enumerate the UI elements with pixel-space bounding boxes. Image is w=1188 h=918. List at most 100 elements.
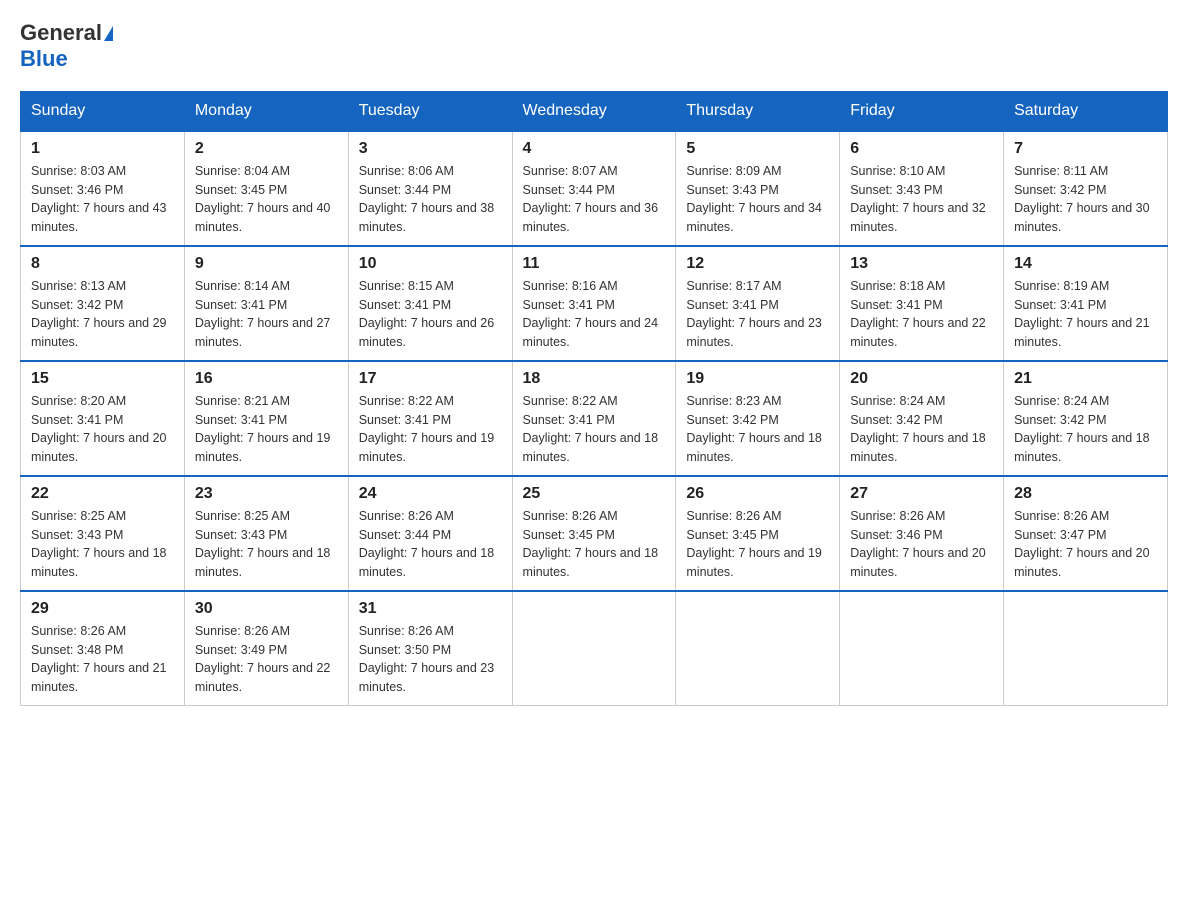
day-number: 23 [195,485,338,503]
calendar-cell: 12 Sunrise: 8:17 AM Sunset: 3:41 PM Dayl… [676,246,840,361]
day-info: Sunrise: 8:24 AM Sunset: 3:42 PM Dayligh… [1014,392,1157,467]
calendar-cell: 10 Sunrise: 8:15 AM Sunset: 3:41 PM Dayl… [348,246,512,361]
day-number: 5 [686,140,829,158]
calendar-cell: 14 Sunrise: 8:19 AM Sunset: 3:41 PM Dayl… [1004,246,1168,361]
day-info: Sunrise: 8:09 AM Sunset: 3:43 PM Dayligh… [686,162,829,237]
day-info: Sunrise: 8:16 AM Sunset: 3:41 PM Dayligh… [523,277,666,352]
day-info: Sunrise: 8:06 AM Sunset: 3:44 PM Dayligh… [359,162,502,237]
day-info: Sunrise: 8:26 AM Sunset: 3:46 PM Dayligh… [850,507,993,582]
calendar-cell: 18 Sunrise: 8:22 AM Sunset: 3:41 PM Dayl… [512,361,676,476]
day-info: Sunrise: 8:13 AM Sunset: 3:42 PM Dayligh… [31,277,174,352]
day-info: Sunrise: 8:14 AM Sunset: 3:41 PM Dayligh… [195,277,338,352]
calendar-cell: 5 Sunrise: 8:09 AM Sunset: 3:43 PM Dayli… [676,131,840,246]
day-number: 20 [850,370,993,388]
day-info: Sunrise: 8:21 AM Sunset: 3:41 PM Dayligh… [195,392,338,467]
weekday-header-monday: Monday [184,91,348,131]
day-info: Sunrise: 8:17 AM Sunset: 3:41 PM Dayligh… [686,277,829,352]
day-number: 17 [359,370,502,388]
day-number: 11 [523,255,666,273]
day-info: Sunrise: 8:26 AM Sunset: 3:49 PM Dayligh… [195,622,338,697]
calendar-cell [1004,591,1168,706]
calendar-cell: 9 Sunrise: 8:14 AM Sunset: 3:41 PM Dayli… [184,246,348,361]
calendar-cell: 11 Sunrise: 8:16 AM Sunset: 3:41 PM Dayl… [512,246,676,361]
day-info: Sunrise: 8:15 AM Sunset: 3:41 PM Dayligh… [359,277,502,352]
day-number: 10 [359,255,502,273]
day-info: Sunrise: 8:11 AM Sunset: 3:42 PM Dayligh… [1014,162,1157,237]
day-number: 24 [359,485,502,503]
calendar-cell: 7 Sunrise: 8:11 AM Sunset: 3:42 PM Dayli… [1004,131,1168,246]
logo: General Blue [20,20,113,73]
calendar-cell: 26 Sunrise: 8:26 AM Sunset: 3:45 PM Dayl… [676,476,840,591]
logo-text-general: General [20,20,102,46]
day-number: 30 [195,600,338,618]
calendar-week-row: 1 Sunrise: 8:03 AM Sunset: 3:46 PM Dayli… [21,131,1168,246]
calendar-cell [512,591,676,706]
calendar-cell: 17 Sunrise: 8:22 AM Sunset: 3:41 PM Dayl… [348,361,512,476]
calendar-cell: 13 Sunrise: 8:18 AM Sunset: 3:41 PM Dayl… [840,246,1004,361]
day-number: 19 [686,370,829,388]
day-number: 16 [195,370,338,388]
calendar-header: SundayMondayTuesdayWednesdayThursdayFrid… [21,91,1168,131]
weekday-header-friday: Friday [840,91,1004,131]
calendar-week-row: 29 Sunrise: 8:26 AM Sunset: 3:48 PM Dayl… [21,591,1168,706]
calendar-cell: 15 Sunrise: 8:20 AM Sunset: 3:41 PM Dayl… [21,361,185,476]
day-info: Sunrise: 8:26 AM Sunset: 3:45 PM Dayligh… [686,507,829,582]
weekday-header-tuesday: Tuesday [348,91,512,131]
day-info: Sunrise: 8:25 AM Sunset: 3:43 PM Dayligh… [31,507,174,582]
calendar-cell: 16 Sunrise: 8:21 AM Sunset: 3:41 PM Dayl… [184,361,348,476]
day-number: 6 [850,140,993,158]
calendar-cell: 23 Sunrise: 8:25 AM Sunset: 3:43 PM Dayl… [184,476,348,591]
calendar-body: 1 Sunrise: 8:03 AM Sunset: 3:46 PM Dayli… [21,131,1168,706]
day-info: Sunrise: 8:04 AM Sunset: 3:45 PM Dayligh… [195,162,338,237]
day-info: Sunrise: 8:22 AM Sunset: 3:41 PM Dayligh… [523,392,666,467]
day-number: 8 [31,255,174,273]
logo-text-blue: Blue [20,46,68,72]
day-info: Sunrise: 8:03 AM Sunset: 3:46 PM Dayligh… [31,162,174,237]
day-number: 31 [359,600,502,618]
day-number: 14 [1014,255,1157,273]
calendar-table: SundayMondayTuesdayWednesdayThursdayFrid… [20,91,1168,706]
weekday-header-wednesday: Wednesday [512,91,676,131]
calendar-cell: 19 Sunrise: 8:23 AM Sunset: 3:42 PM Dayl… [676,361,840,476]
day-info: Sunrise: 8:23 AM Sunset: 3:42 PM Dayligh… [686,392,829,467]
calendar-cell: 4 Sunrise: 8:07 AM Sunset: 3:44 PM Dayli… [512,131,676,246]
logo-triangle-icon [104,26,113,41]
calendar-cell: 29 Sunrise: 8:26 AM Sunset: 3:48 PM Dayl… [21,591,185,706]
calendar-cell [676,591,840,706]
day-number: 25 [523,485,666,503]
weekday-header-saturday: Saturday [1004,91,1168,131]
calendar-cell: 2 Sunrise: 8:04 AM Sunset: 3:45 PM Dayli… [184,131,348,246]
calendar-cell: 20 Sunrise: 8:24 AM Sunset: 3:42 PM Dayl… [840,361,1004,476]
day-info: Sunrise: 8:10 AM Sunset: 3:43 PM Dayligh… [850,162,993,237]
day-number: 2 [195,140,338,158]
day-number: 28 [1014,485,1157,503]
calendar-cell: 31 Sunrise: 8:26 AM Sunset: 3:50 PM Dayl… [348,591,512,706]
calendar-cell: 28 Sunrise: 8:26 AM Sunset: 3:47 PM Dayl… [1004,476,1168,591]
calendar-cell: 6 Sunrise: 8:10 AM Sunset: 3:43 PM Dayli… [840,131,1004,246]
weekday-header-thursday: Thursday [676,91,840,131]
calendar-cell: 21 Sunrise: 8:24 AM Sunset: 3:42 PM Dayl… [1004,361,1168,476]
calendar-cell: 1 Sunrise: 8:03 AM Sunset: 3:46 PM Dayli… [21,131,185,246]
day-info: Sunrise: 8:24 AM Sunset: 3:42 PM Dayligh… [850,392,993,467]
day-info: Sunrise: 8:26 AM Sunset: 3:45 PM Dayligh… [523,507,666,582]
day-number: 21 [1014,370,1157,388]
calendar-week-row: 15 Sunrise: 8:20 AM Sunset: 3:41 PM Dayl… [21,361,1168,476]
calendar-cell: 8 Sunrise: 8:13 AM Sunset: 3:42 PM Dayli… [21,246,185,361]
day-number: 7 [1014,140,1157,158]
day-number: 12 [686,255,829,273]
day-info: Sunrise: 8:26 AM Sunset: 3:47 PM Dayligh… [1014,507,1157,582]
day-number: 1 [31,140,174,158]
day-number: 9 [195,255,338,273]
day-number: 15 [31,370,174,388]
day-number: 29 [31,600,174,618]
header: General Blue [20,20,1168,73]
weekday-header-sunday: Sunday [21,91,185,131]
calendar-cell: 25 Sunrise: 8:26 AM Sunset: 3:45 PM Dayl… [512,476,676,591]
day-info: Sunrise: 8:25 AM Sunset: 3:43 PM Dayligh… [195,507,338,582]
day-info: Sunrise: 8:19 AM Sunset: 3:41 PM Dayligh… [1014,277,1157,352]
day-number: 26 [686,485,829,503]
weekday-header-row: SundayMondayTuesdayWednesdayThursdayFrid… [21,91,1168,131]
calendar-cell [840,591,1004,706]
calendar-week-row: 8 Sunrise: 8:13 AM Sunset: 3:42 PM Dayli… [21,246,1168,361]
day-info: Sunrise: 8:26 AM Sunset: 3:44 PM Dayligh… [359,507,502,582]
